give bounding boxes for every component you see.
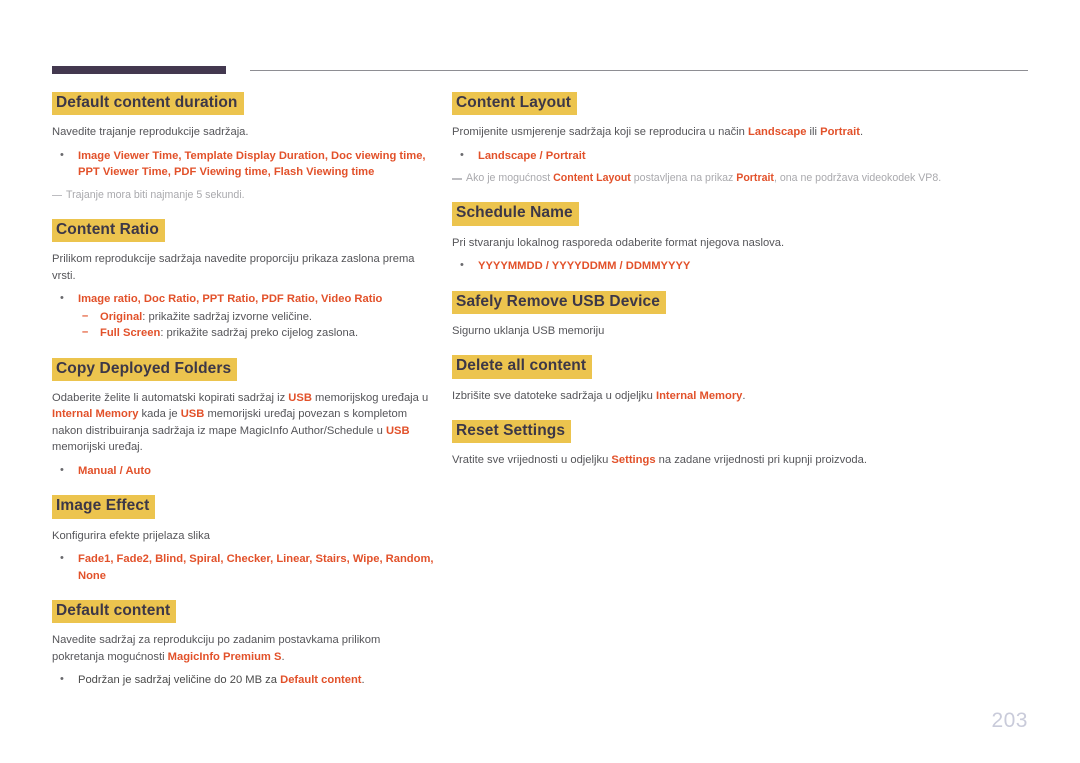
sub-list-item: Full Screen: prikažite sadržaj preko cij… xyxy=(78,324,434,342)
list-item: Manual / Auto xyxy=(52,462,434,480)
section-safely-remove-usb-device: Safely Remove USB Device Sigurno uklanja… xyxy=(452,290,952,340)
list-item: Landscape / Portrait xyxy=(452,147,952,165)
section-note: Ako je mogućnost Content Layout postavlj… xyxy=(452,171,952,186)
section-body: Sigurno uklanja USB memoriju xyxy=(452,324,605,337)
header-rule-thick xyxy=(52,66,226,74)
option-terms: Image ratio, Doc Ratio, PPT Ratio, PDF R… xyxy=(78,293,383,306)
section-note: Trajanje mora biti najmanje 5 sekundi. xyxy=(52,188,434,203)
section-image-effect: Image Effect Konfigurira efekte prijelaz… xyxy=(52,495,434,584)
bullet-list: Podržan je sadržaj veličine do 20 MB za … xyxy=(52,671,434,689)
option-terms: YYYYMMDD / YYYYDDMM / DDMMYYYY xyxy=(478,260,691,273)
header-rules xyxy=(52,64,1028,76)
sub-bullet-list: Original: prikažite sadržaj izvorne veli… xyxy=(78,308,434,342)
section-heading: Default content xyxy=(52,600,177,624)
section-copy-deployed-folders: Copy Deployed Folders Odaberite želite l… xyxy=(52,357,434,480)
section-heading: Safely Remove USB Device xyxy=(452,290,666,314)
section-heading: Image Effect xyxy=(52,495,156,519)
sub-option-text: : prikažite sadržaj preko cijelog zaslon… xyxy=(160,327,359,340)
bullet-list: Landscape / Portrait xyxy=(452,147,952,165)
section-delete-all-content: Delete all content Izbrišite sve datotek… xyxy=(452,355,952,404)
section-body: Izbrišite sve datoteke sadržaja u odjelj… xyxy=(452,389,746,402)
list-item: Image Viewer Time, Template Display Dura… xyxy=(52,147,434,181)
page-number: 203 xyxy=(991,709,1028,732)
bullet-list: Fade1, Fade2, Blind, Spiral, Checker, Li… xyxy=(52,550,434,584)
section-body: Navedite trajanje reprodukcije sadržaja. xyxy=(52,126,249,139)
list-item: YYYYMMDD / YYYYDDMM / DDMMYYYY xyxy=(452,257,952,275)
section-heading: Schedule Name xyxy=(452,202,579,226)
sub-option-term: Full Screen xyxy=(100,327,161,340)
section-body: Promijenite usmjerenje sadržaja koji se … xyxy=(452,126,864,139)
section-heading: Content Ratio xyxy=(52,218,165,243)
header-rule-thin xyxy=(250,70,1028,71)
section-content-layout: Content Layout Promijenite usmjerenje sa… xyxy=(452,92,952,186)
document-page: { "colors": { "heading_highlight": "#ecc… xyxy=(0,0,1080,763)
list-item: Image ratio, Doc Ratio, PPT Ratio, PDF R… xyxy=(52,290,434,342)
sub-list-item: Original: prikažite sadržaj izvorne veli… xyxy=(78,308,434,326)
section-default-content: Default content Navedite sadržaj za repr… xyxy=(52,600,434,689)
section-heading: Delete all content xyxy=(452,355,593,379)
section-heading: Copy Deployed Folders xyxy=(52,357,238,381)
option-terms: Fade1, Fade2, Blind, Spiral, Checker, Li… xyxy=(78,553,434,582)
section-reset-settings: Reset Settings Vratite sve vrijednosti u… xyxy=(452,420,952,469)
list-item: Fade1, Fade2, Blind, Spiral, Checker, Li… xyxy=(52,550,434,584)
section-body: Odaberite želite li automatski kopirati … xyxy=(52,391,429,454)
option-terms: Manual / Auto xyxy=(78,464,151,477)
option-terms: Image Viewer Time, Template Display Dura… xyxy=(78,149,426,179)
section-body: Prilikom reprodukcije sadržaja navedite … xyxy=(52,253,415,282)
section-schedule-name: Schedule Name Pri stvaranju lokalnog ras… xyxy=(452,202,952,274)
bullet-list: Manual / Auto xyxy=(52,462,434,480)
left-column: Default content duration Navedite trajan… xyxy=(52,92,434,690)
bullet-list: YYYYMMDD / YYYYDDMM / DDMMYYYY xyxy=(452,257,952,275)
section-body: Konfigurira efekte prijelaza slika xyxy=(52,529,210,542)
section-body: Vratite sve vrijednosti u odjeljku Setti… xyxy=(452,454,867,467)
section-heading: Default content duration xyxy=(52,92,244,116)
bullet-list: Image Viewer Time, Template Display Dura… xyxy=(52,147,434,181)
section-heading: Reset Settings xyxy=(452,420,572,444)
section-default-content-duration: Default content duration Navedite trajan… xyxy=(52,92,434,203)
section-content-ratio: Content Ratio Prilikom reprodukcije sadr… xyxy=(52,218,434,342)
section-body: Pri stvaranju lokalnog rasporeda odaberi… xyxy=(452,236,785,249)
section-heading: Content Layout xyxy=(452,92,578,116)
right-column: Content Layout Promijenite usmjerenje sa… xyxy=(452,92,952,469)
list-item: Podržan je sadržaj veličine do 20 MB za … xyxy=(52,671,434,689)
section-body: Navedite sadržaj za reprodukciju po zada… xyxy=(52,634,381,663)
sub-option-text: : prikažite sadržaj izvorne veličine. xyxy=(142,310,313,323)
sub-option-term: Original xyxy=(100,310,143,323)
option-terms: Landscape / Portrait xyxy=(478,149,586,162)
bullet-list: Image ratio, Doc Ratio, PPT Ratio, PDF R… xyxy=(52,290,434,342)
